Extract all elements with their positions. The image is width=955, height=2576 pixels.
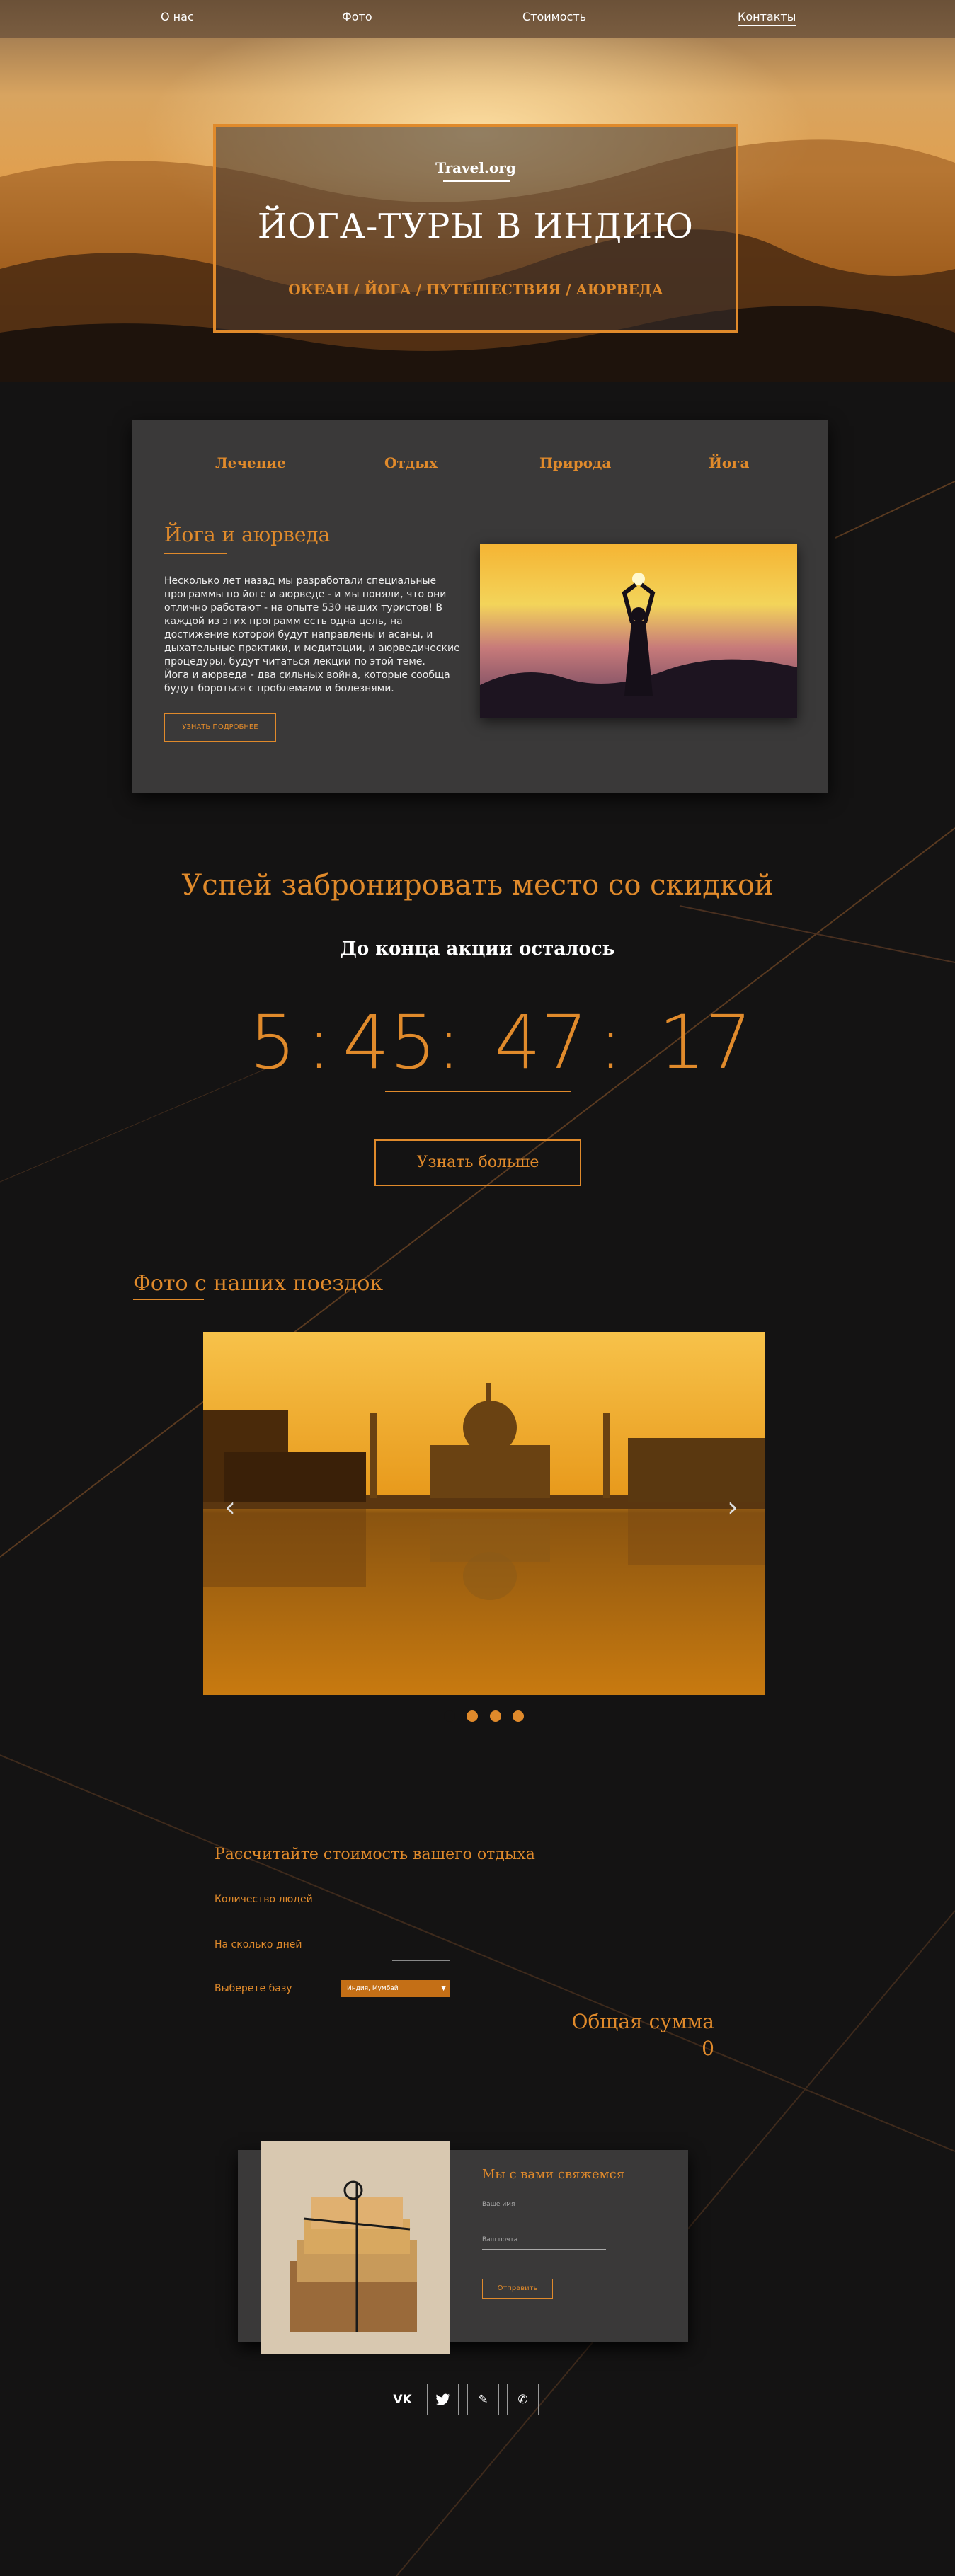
gallery-heading-underline xyxy=(133,1299,204,1300)
total-value: 0 xyxy=(702,2037,714,2060)
timer-underline xyxy=(385,1091,571,1092)
promo-heading: Успей забронировать место со скидкой xyxy=(181,869,774,902)
nav-item-about[interactable]: О нас xyxy=(161,10,194,23)
letters-photo xyxy=(261,2141,450,2354)
photo-slider[interactable]: ‹ › xyxy=(203,1332,765,1695)
nav-item-price[interactable]: Стоимость xyxy=(522,10,586,23)
base-select[interactable]: Индия, Мумбай ▼ xyxy=(341,1980,450,1997)
top-navigation: О нас Фото Стоимость Контакты xyxy=(0,0,955,38)
slider-dot-4[interactable] xyxy=(513,1710,524,1722)
card-text: Несколько лет назад мы разработали специ… xyxy=(164,575,460,694)
learn-more-cta-button[interactable]: Узнать больше xyxy=(374,1139,581,1186)
name-field[interactable]: Ваше имя xyxy=(482,2201,606,2214)
tab-nature[interactable]: Природа xyxy=(539,454,611,471)
slider-dot-3[interactable] xyxy=(490,1710,501,1722)
twitter-icon[interactable] xyxy=(427,2384,459,2415)
hero-title: ЙОГА-ТУРЫ В ИНДИЮ xyxy=(257,207,694,246)
hero-section: Travel.org ЙОГА-ТУРЫ В ИНДИЮ ОКЕАН / ЙОГ… xyxy=(0,0,955,382)
timer-hours: 5 xyxy=(249,999,297,1086)
submit-button[interactable]: Отправить xyxy=(482,2279,553,2299)
chevron-right-icon[interactable]: › xyxy=(727,1491,738,1524)
timer-frames: 17 xyxy=(658,999,753,1086)
slider-dot-2[interactable] xyxy=(467,1710,478,1722)
base-label: Выберете базу xyxy=(215,1983,292,1994)
tab-rest[interactable]: Отдых xyxy=(384,454,438,471)
total-label: Общая сумма xyxy=(571,2010,714,2033)
hero-title-box: Travel.org ЙОГА-ТУРЫ В ИНДИЮ ОКЕАН / ЙОГ… xyxy=(213,124,738,333)
promo-subheading: До конца акции осталось xyxy=(340,938,615,960)
card-heading-underline xyxy=(164,553,227,554)
yoga-sunset-image xyxy=(480,544,797,718)
whatsapp-icon[interactable]: ✆ xyxy=(507,2384,539,2415)
timer-separator: : xyxy=(307,999,332,1086)
vk-icon[interactable]: VK xyxy=(387,2384,418,2415)
contact-heading: Мы с вами свяжемся xyxy=(482,2167,625,2182)
twitter-bird-icon xyxy=(435,2393,450,2405)
slider-dot-1[interactable] xyxy=(444,1710,455,1722)
hero-subtitle: ОКЕАН / ЙОГА / ПУТЕШЕСТВИЯ / АЮРВЕДА xyxy=(288,281,663,298)
chevron-left-icon[interactable]: ‹ xyxy=(224,1491,236,1524)
timer-minutes: 45: xyxy=(343,999,462,1086)
card-heading: Йога и аюрведа xyxy=(164,523,331,546)
gallery-heading: Фото с наших поездок xyxy=(133,1271,384,1296)
tab-yoga[interactable]: Йога xyxy=(709,454,749,471)
logo-underline xyxy=(443,180,510,182)
email-field[interactable]: Ваш почта xyxy=(482,2236,606,2250)
site-logo[interactable]: Travel.org xyxy=(216,159,736,176)
tab-treatment[interactable]: Лечение xyxy=(215,454,286,471)
taj-mahal-image xyxy=(203,1332,765,1695)
people-label: Количество людей xyxy=(215,1894,313,1905)
learn-more-button[interactable]: УЗНАТЬ ПОДРОБНЕЕ xyxy=(164,713,276,742)
telegram-icon[interactable]: ✎ xyxy=(467,2384,499,2415)
days-input[interactable] xyxy=(392,1960,450,1961)
info-card: Лечение Отдых Природа Йога Йога и аюрвед… xyxy=(132,420,828,793)
chevron-down-icon: ▼ xyxy=(441,1985,446,1992)
base-select-value: Индия, Мумбай xyxy=(347,1985,399,1992)
calculator-heading: Рассчитайте стоимость вашего отдыха xyxy=(215,1846,535,1863)
nav-item-contacts[interactable]: Контакты xyxy=(738,10,796,26)
timer-separator: : xyxy=(598,999,624,1086)
nav-item-photo[interactable]: Фото xyxy=(342,10,372,23)
timer-seconds: 47 xyxy=(494,999,588,1086)
days-label: На сколько дней xyxy=(215,1939,302,1950)
